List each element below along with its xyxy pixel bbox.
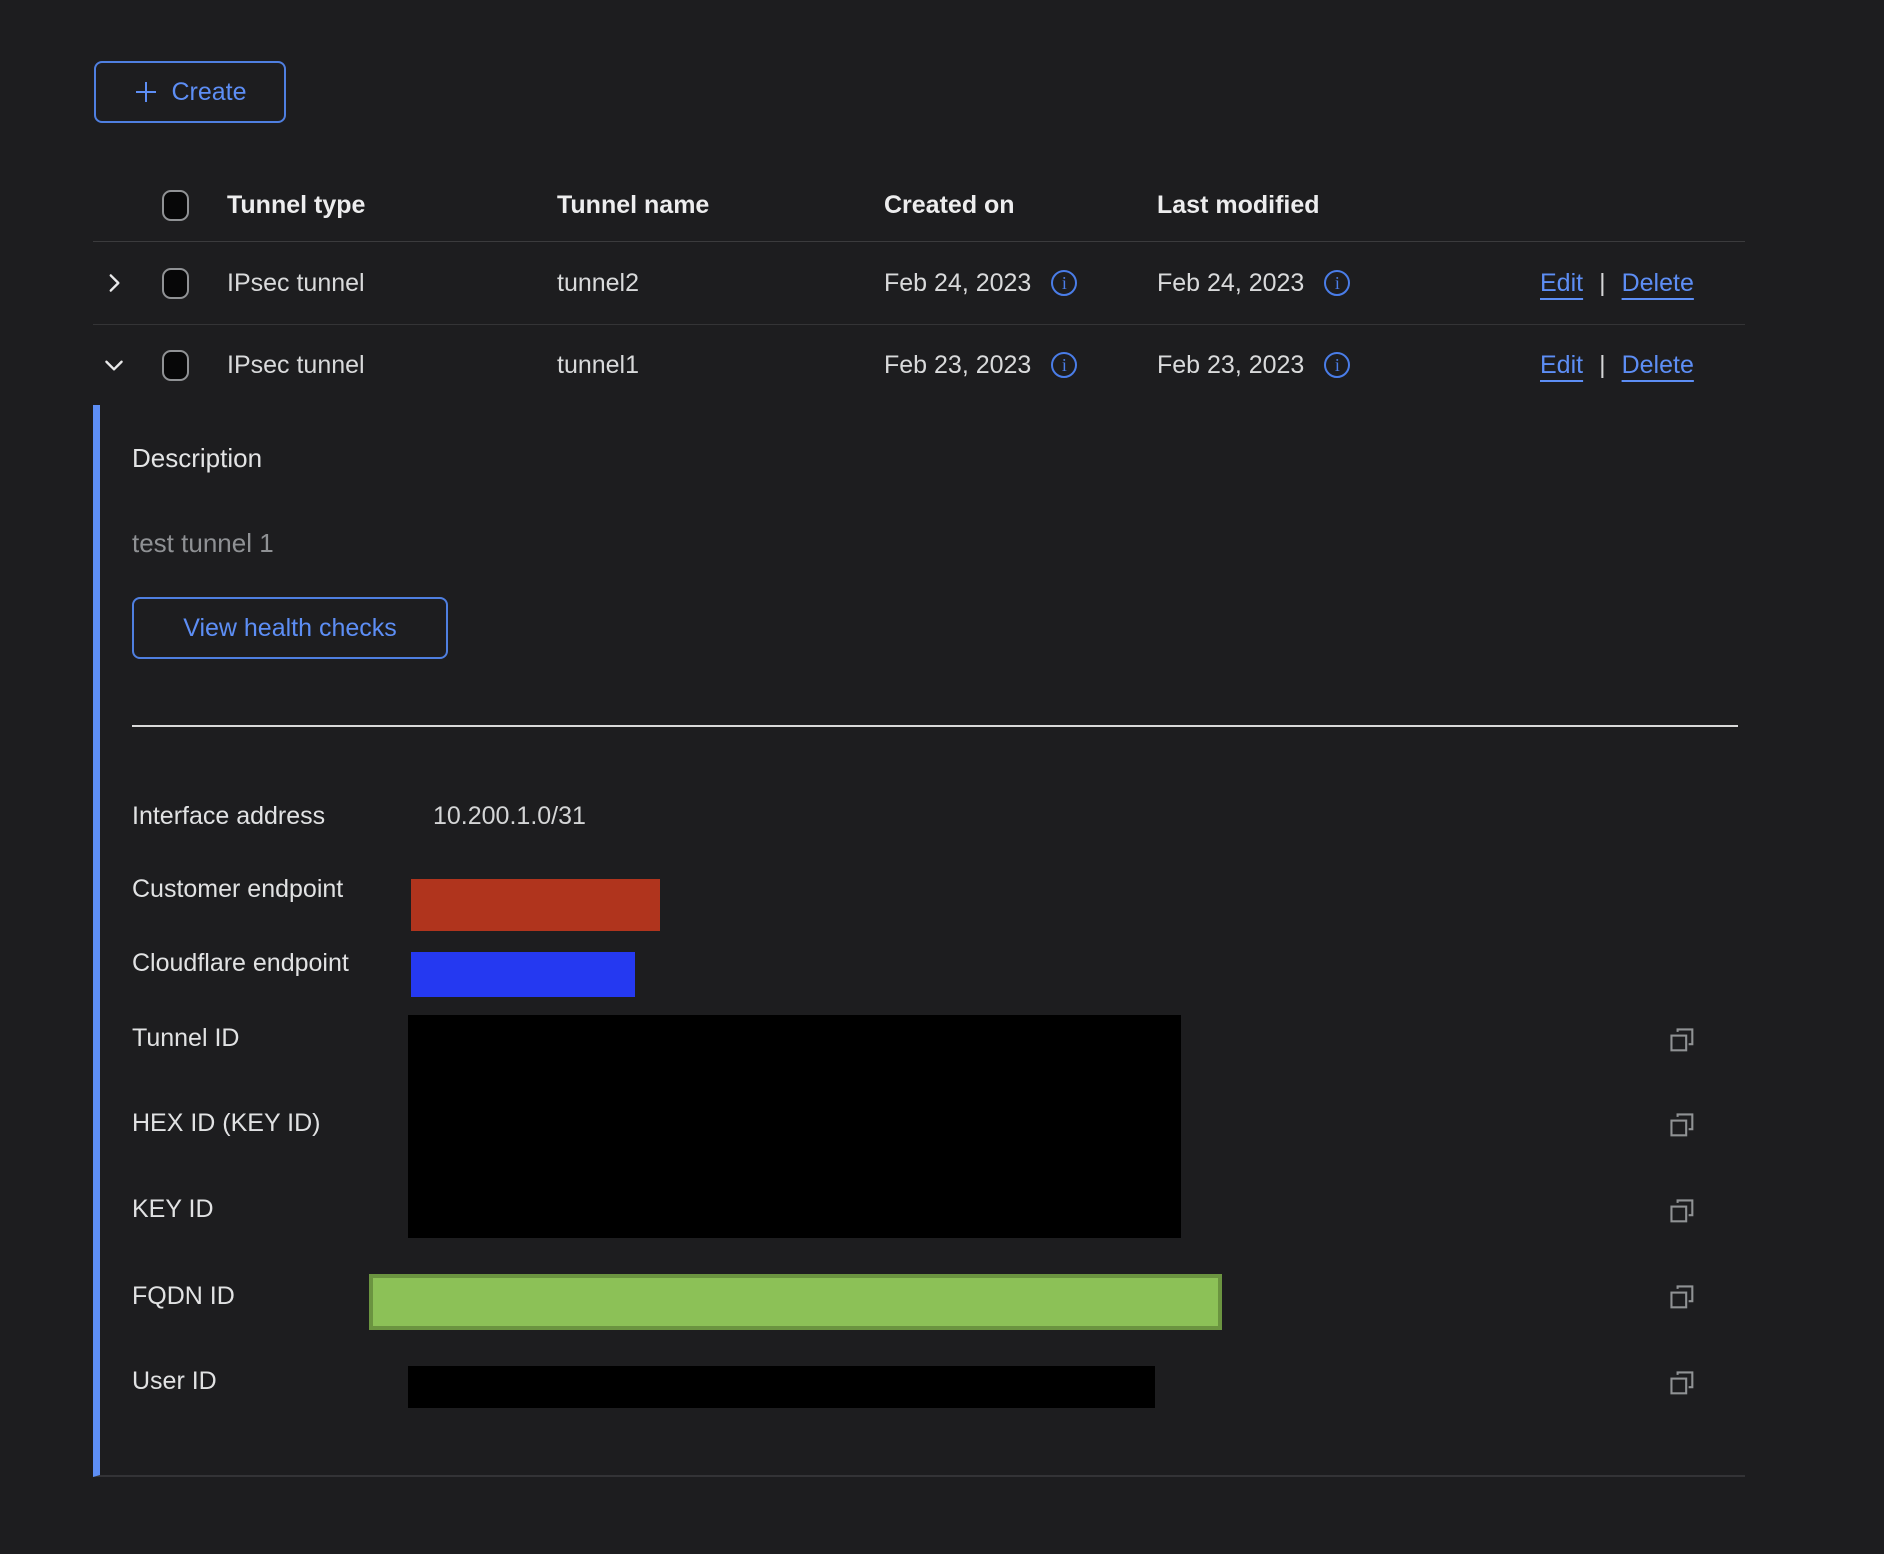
last-modified-date: Feb 24, 2023 (1157, 269, 1304, 298)
info-icon[interactable]: i (1324, 352, 1350, 378)
key-id-label: KEY ID (132, 1194, 214, 1224)
info-icon[interactable]: i (1324, 270, 1350, 296)
user-id-label: User ID (132, 1366, 217, 1396)
hex-id-label: HEX ID (KEY ID) (132, 1108, 320, 1138)
column-header-tunnel-name: Tunnel name (557, 191, 884, 220)
last-modified-date: Feb 23, 2023 (1157, 351, 1304, 380)
created-on-date: Feb 23, 2023 (884, 351, 1031, 380)
tunnel-id-label: Tunnel ID (132, 1023, 239, 1053)
tunnel-type: IPsec tunnel (227, 269, 557, 298)
tunnel-name: tunnel2 (557, 269, 884, 298)
customer-endpoint-label: Customer endpoint (132, 874, 343, 904)
user-id-redaction (408, 1366, 1155, 1408)
copy-icon (1669, 1370, 1696, 1397)
delete-link[interactable]: Delete (1622, 351, 1694, 380)
copy-hex-id-button[interactable] (1669, 1112, 1696, 1139)
info-icon[interactable]: i (1051, 352, 1077, 378)
interface-address-label: Interface address (132, 801, 325, 831)
tunnel-name: tunnel1 (557, 351, 884, 380)
tunnel-type: IPsec tunnel (227, 351, 557, 380)
delete-link[interactable]: Delete (1622, 269, 1694, 298)
create-button[interactable]: Create (94, 61, 286, 123)
plus-icon (133, 79, 159, 105)
copy-fqdn-id-button[interactable] (1669, 1284, 1696, 1311)
copy-icon (1669, 1027, 1696, 1054)
interface-address-value: 10.200.1.0/31 (433, 801, 586, 831)
table-row: IPsec tunnel tunnel2 Feb 24, 2023 i Feb … (93, 242, 1745, 325)
copy-icon (1669, 1284, 1696, 1311)
column-header-created-on: Created on (884, 191, 1157, 220)
info-icon[interactable]: i (1051, 270, 1077, 296)
chevron-down-icon[interactable] (101, 352, 127, 378)
cloudflare-endpoint-redaction (411, 952, 635, 997)
action-separator: | (1599, 269, 1606, 298)
description-label: Description (132, 443, 262, 474)
column-header-tunnel-type: Tunnel type (227, 191, 557, 220)
table-header-row: Tunnel type Tunnel name Created on Last … (93, 170, 1745, 242)
tunnels-table: Tunnel type Tunnel name Created on Last … (93, 170, 1745, 405)
copy-icon (1669, 1198, 1696, 1225)
copy-icon (1669, 1112, 1696, 1139)
copy-key-id-button[interactable] (1669, 1198, 1696, 1225)
chevron-right-icon[interactable] (101, 270, 127, 296)
copy-user-id-button[interactable] (1669, 1370, 1696, 1397)
action-separator: | (1599, 351, 1606, 380)
customer-endpoint-redaction (411, 879, 660, 931)
section-divider (132, 725, 1738, 727)
fqdn-id-redaction (369, 1274, 1222, 1330)
create-button-label: Create (171, 78, 246, 107)
edit-link[interactable]: Edit (1540, 351, 1583, 380)
cloudflare-endpoint-label: Cloudflare endpoint (132, 948, 349, 978)
table-row: IPsec tunnel tunnel1 Feb 23, 2023 i Feb … (93, 325, 1745, 405)
select-all-checkbox[interactable] (162, 190, 189, 221)
tunnel-hex-key-id-redaction (408, 1015, 1181, 1238)
row-checkbox[interactable] (162, 350, 189, 381)
column-header-last-modified: Last modified (1157, 191, 1540, 220)
row-checkbox[interactable] (162, 268, 189, 299)
tunnel-detail-panel: Description test tunnel 1 View health ch… (93, 405, 1745, 1477)
copy-tunnel-id-button[interactable] (1669, 1027, 1696, 1054)
view-health-checks-button[interactable]: View health checks (132, 597, 448, 659)
edit-link[interactable]: Edit (1540, 269, 1583, 298)
created-on-date: Feb 24, 2023 (884, 269, 1031, 298)
fqdn-id-label: FQDN ID (132, 1281, 235, 1311)
description-value: test tunnel 1 (132, 528, 274, 559)
